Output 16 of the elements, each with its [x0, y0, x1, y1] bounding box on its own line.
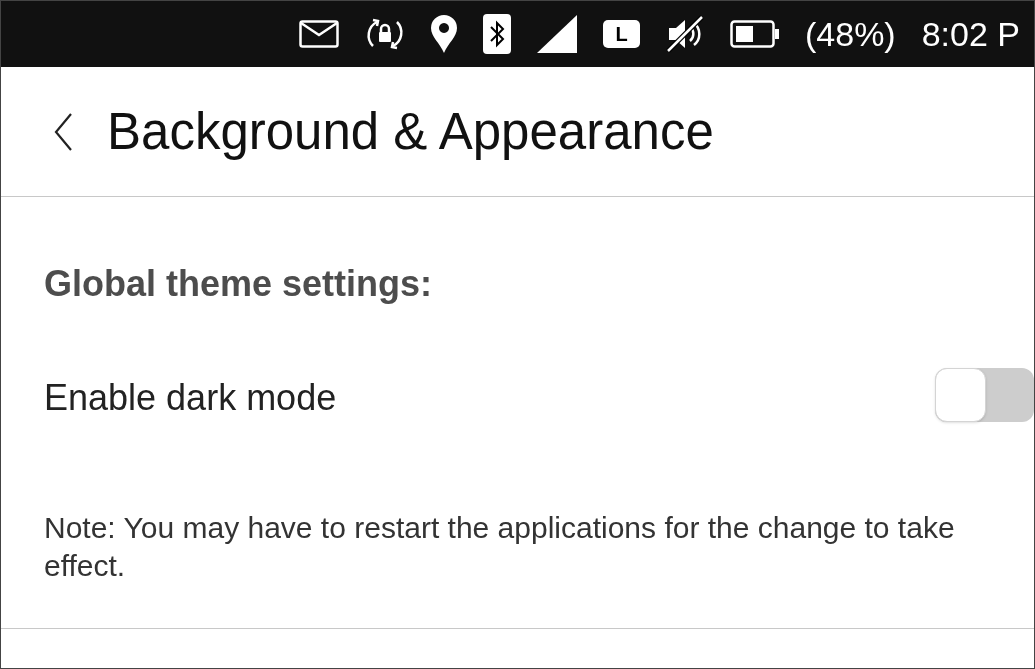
back-chevron-icon[interactable]	[54, 112, 73, 151]
location-pin-icon	[431, 15, 457, 53]
bluetooth-icon	[483, 14, 511, 54]
note-text: Note: You may have to restart the applications for the change to take effect.	[43, 510, 956, 584]
page-title: Background & Appearance	[107, 101, 714, 162]
battery-percentage: (48%)	[805, 14, 896, 54]
rotation-lock-icon	[365, 16, 405, 52]
muted-speaker-icon	[666, 15, 704, 53]
mail-icon	[299, 20, 339, 48]
section-heading: Global theme settings:	[43, 264, 434, 304]
battery-icon	[730, 20, 779, 48]
toggle-switch[interactable]	[935, 368, 1034, 422]
setting-label: Enable dark mode	[44, 378, 337, 418]
signal-strength-icon	[537, 15, 577, 53]
keyboard-layout-indicator: L	[603, 20, 640, 48]
clock-time: 8:02 P	[921, 14, 1020, 54]
